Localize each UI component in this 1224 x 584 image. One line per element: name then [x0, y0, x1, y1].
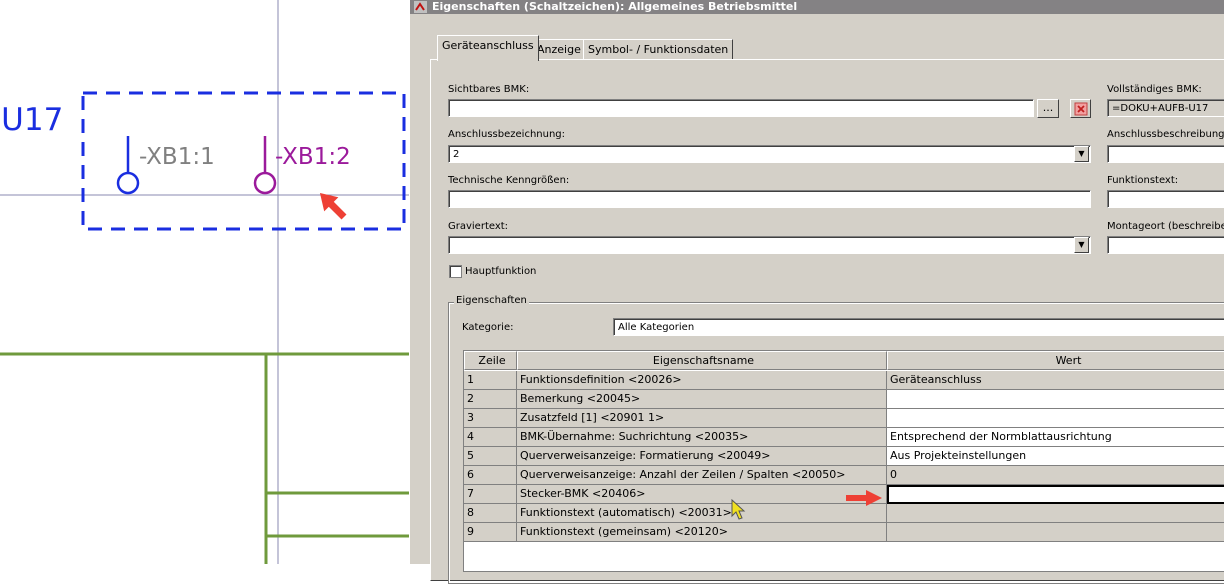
- schematic-drawing: [0, 0, 410, 564]
- clear-button[interactable]: [1070, 99, 1091, 118]
- visible-bmk-input[interactable]: [448, 99, 1034, 117]
- table-header: Zeile Eigenschaftsname Wert: [464, 351, 1224, 370]
- table-row[interactable]: 7 Stecker-BMK <20406>: [464, 485, 1224, 504]
- tech-params-label: Technische Kenngrößen:: [448, 175, 570, 186]
- tech-params-input[interactable]: [448, 190, 1091, 208]
- row-line: 8: [464, 504, 517, 523]
- row-line: 5: [464, 447, 517, 466]
- table-row[interactable]: 5 Querverweisanzeige: Formatierung <2004…: [464, 447, 1224, 466]
- full-bmk-label: Vollständiges BMK:: [1107, 84, 1202, 95]
- tab-symbol-funktionsdaten[interactable]: Symbol- / Funktionsdaten: [583, 39, 734, 61]
- row-name: BMK-Übernahme: Suchrichtung <20035>: [517, 428, 887, 447]
- connector2-label: -XB1:2: [275, 144, 351, 170]
- app-icon: [414, 1, 427, 13]
- dialog-title: Eigenschaften (Schaltzeichen): Allgemein…: [432, 0, 798, 13]
- tab-geraeteanschluss[interactable]: Geräteanschluss: [437, 35, 539, 61]
- annotation-arrow-icon: [319, 192, 347, 220]
- row-value[interactable]: [887, 409, 1224, 428]
- mounting-input[interactable]: [1107, 236, 1224, 254]
- category-combo[interactable]: Alle Kategorien: [613, 318, 1224, 336]
- table-row[interactable]: 6 Querverweisanzeige: Anzahl der Zeilen …: [464, 466, 1224, 485]
- row-value[interactable]: Entsprechend der Normblattausrichtung: [887, 428, 1224, 447]
- properties-table: Zeile Eigenschaftsname Wert 1 Funktionsd…: [463, 350, 1224, 572]
- connector1-symbol: [116, 171, 140, 195]
- function-text-input[interactable]: [1107, 190, 1224, 208]
- connection-description-input[interactable]: [1107, 145, 1224, 163]
- connector2-symbol: [253, 171, 277, 195]
- row-name: Funktionsdefinition <20026>: [517, 371, 887, 390]
- function-text-label: Funktionstext:: [1107, 175, 1179, 186]
- row-value[interactable]: 0: [887, 466, 1224, 485]
- column-header-value[interactable]: Wert: [887, 351, 1224, 370]
- chevron-down-icon[interactable]: ▼: [1074, 146, 1089, 162]
- row-value-editing[interactable]: [887, 485, 1224, 504]
- row-line: 6: [464, 466, 517, 485]
- browse-button[interactable]: ...: [1037, 99, 1059, 118]
- table-row[interactable]: 9 Funktionstext (gemeinsam) <20120>: [464, 523, 1224, 542]
- row-line: 9: [464, 523, 517, 542]
- row-value[interactable]: Geräteanschluss: [887, 371, 1224, 390]
- row-name: Querverweisanzeige: Formatierung <20049>: [517, 447, 887, 466]
- annotation-arrow-icon: [846, 490, 882, 506]
- row-line: 7: [464, 485, 517, 504]
- row-line: 1: [464, 371, 517, 390]
- chevron-down-icon[interactable]: ▼: [1074, 237, 1089, 253]
- row-line: 2: [464, 390, 517, 409]
- row-name: Stecker-BMK <20406>: [517, 485, 887, 504]
- table-row[interactable]: 3 Zusatzfeld [1] <20901 1>: [464, 409, 1224, 428]
- row-name: Querverweisanzeige: Anzahl der Zeilen / …: [517, 466, 887, 485]
- device-label: -U17: [0, 102, 64, 138]
- row-line: 3: [464, 409, 517, 428]
- engraving-label: Graviertext:: [448, 221, 509, 232]
- dialog-titlebar[interactable]: Eigenschaften (Schaltzeichen): Allgemein…: [410, 0, 1224, 14]
- column-header-line[interactable]: Zeile: [464, 351, 517, 370]
- main-function-checkbox[interactable]: [449, 265, 462, 278]
- row-value[interactable]: [887, 523, 1224, 542]
- full-bmk-field: =DOKU+AUFB-U17: [1107, 99, 1224, 117]
- row-name: Zusatzfeld [1] <20901 1>: [517, 409, 887, 428]
- connection-description-label: Anschlussbeschreibung:: [1107, 129, 1224, 140]
- row-name: Bemerkung <20045>: [517, 390, 887, 409]
- row-value[interactable]: [887, 390, 1224, 409]
- table-row[interactable]: 1 Funktionsdefinition <20026> Geräteansc…: [464, 371, 1224, 390]
- row-value[interactable]: [887, 504, 1224, 523]
- row-line: 4: [464, 428, 517, 447]
- engraving-combo[interactable]: [448, 236, 1091, 254]
- connection-designation-combo[interactable]: 2: [448, 145, 1091, 163]
- mounting-label: Montageort (beschreiben: [1107, 221, 1224, 232]
- category-label: Kategorie:: [462, 322, 514, 333]
- tab-anzeige[interactable]: Anzeige: [532, 39, 586, 61]
- connection-designation-label: Anschlussbezeichnung:: [448, 129, 566, 140]
- delete-icon: [1074, 102, 1087, 116]
- row-name: Funktionstext (gemeinsam) <20120>: [517, 523, 887, 542]
- row-value[interactable]: Aus Projekteinstellungen: [887, 447, 1224, 466]
- table-row[interactable]: 2 Bemerkung <20045>: [464, 390, 1224, 409]
- connector1-label: -XB1:1: [139, 144, 215, 170]
- visible-bmk-label: Sichtbares BMK:: [448, 84, 530, 95]
- row-name: Funktionstext (automatisch) <20031>: [517, 504, 887, 523]
- table-row[interactable]: 8 Funktionstext (automatisch) <20031>: [464, 504, 1224, 523]
- table-row[interactable]: 4 BMK-Übernahme: Suchrichtung <20035> En…: [464, 428, 1224, 447]
- schematic-canvas[interactable]: -U17 -XB1:1 -XB1:2: [0, 0, 410, 564]
- mouse-cursor-icon: [731, 499, 746, 520]
- device-box: [81, 91, 406, 231]
- main-function-label: Hauptfunktion: [465, 266, 537, 277]
- properties-group-label: Eigenschaften: [454, 295, 529, 306]
- column-header-name[interactable]: Eigenschaftsname: [517, 351, 887, 370]
